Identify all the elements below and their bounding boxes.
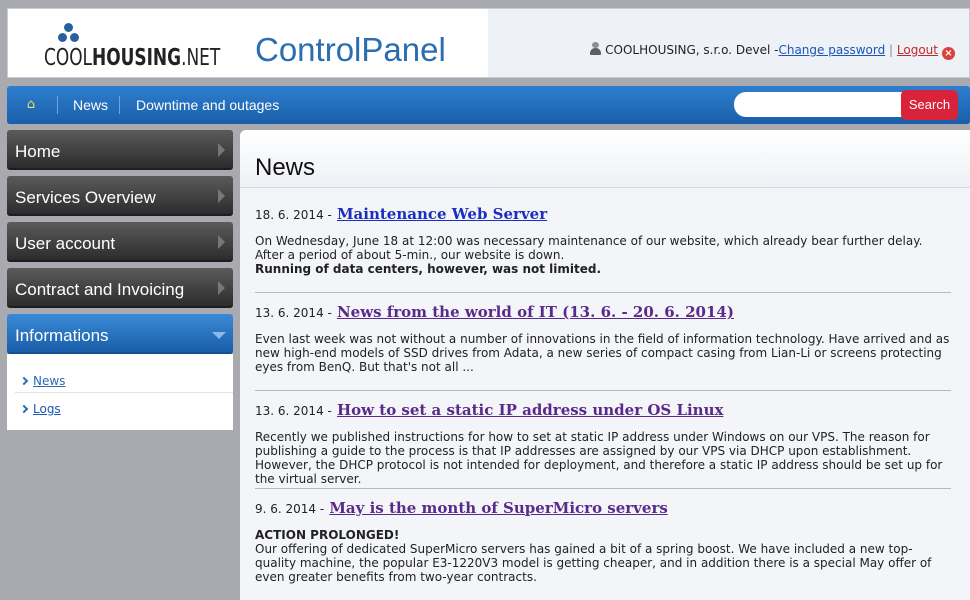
news-article: 9. 6. 2014 - May is the month of SuperMi… [255, 498, 951, 584]
article-body: On Wednesday, June 18 at 12:00 was neces… [255, 234, 923, 276]
sidebar-item-user-account[interactable]: User account [7, 222, 233, 262]
sidebar-item-home[interactable]: Home [7, 130, 233, 170]
chevron-right-icon [218, 143, 225, 157]
article-date: 13. 6. 2014 - [255, 306, 332, 320]
top-navbar: ⌂ News Downtime and outages Search [7, 86, 970, 124]
informations-submenu: News Logs [7, 354, 233, 430]
submenu-link-logs[interactable]: Logs [33, 402, 61, 416]
nav-item-news[interactable]: News [73, 97, 108, 113]
sidebar-item-label: Informations [15, 326, 109, 345]
search-button[interactable]: Search [901, 90, 958, 120]
nav-separator [57, 96, 58, 114]
article-date: 13. 6. 2014 - [255, 404, 332, 418]
control-panel-title: ControlPanel [255, 31, 446, 68]
sidebar: Home Services Overview User account Cont… [7, 130, 233, 430]
article-body: Even last week was not without a number … [255, 332, 950, 374]
header-separator: | [889, 43, 894, 57]
sidebar-item-services-overview[interactable]: Services Overview [7, 176, 233, 216]
main-header: News [240, 130, 970, 188]
chevron-down-icon [212, 332, 226, 339]
user-area: COOLHOUSING, s.r.o. Devel -Change passwo… [590, 42, 955, 60]
chevron-right-icon [19, 404, 29, 414]
submenu-divider [15, 392, 233, 393]
article-body: ACTION PROLONGED! Our offering of dedica… [255, 528, 932, 584]
submenu-link-news[interactable]: News [33, 374, 65, 388]
sidebar-item-label: Contract and Invoicing [15, 280, 185, 299]
submenu-item-news[interactable]: News [19, 374, 65, 388]
logout-icon[interactable]: × [942, 47, 955, 60]
nav-separator [119, 96, 120, 114]
chevron-right-icon [19, 376, 29, 386]
search-input[interactable] [734, 92, 906, 117]
sidebar-item-label: Home [15, 142, 61, 161]
news-article: 18. 6. 2014 - Maintenance Web Server On … [255, 204, 951, 276]
header-logo-area: COOLHOUSING.NET ControlPanel [8, 9, 488, 77]
header: COOLHOUSING.NET ControlPanel COOLHOUSING… [7, 8, 970, 78]
home-icon[interactable]: ⌂ [19, 94, 43, 116]
article-body: Recently we published instructions for h… [255, 430, 943, 486]
news-article: 13. 6. 2014 - News from the world of IT … [255, 302, 951, 374]
submenu-item-logs[interactable]: Logs [19, 402, 61, 416]
sidebar-item-label: Services Overview [15, 188, 156, 207]
article-title-link[interactable]: News from the world of IT (13. 6. - 20. … [337, 303, 734, 321]
nav-item-downtime[interactable]: Downtime and outages [136, 97, 279, 113]
coolhousing-logo[interactable]: COOLHOUSING.NET [44, 23, 224, 71]
sidebar-item-contract-invoicing[interactable]: Contract and Invoicing [7, 268, 233, 308]
article-divider [255, 292, 951, 293]
chevron-right-icon [218, 235, 225, 249]
logo-text: COOLHOUSING.NET [44, 45, 221, 71]
main-content: News 18. 6. 2014 - Maintenance Web Serve… [240, 130, 970, 600]
page-title: News [255, 154, 316, 181]
chevron-right-icon [218, 189, 225, 203]
article-title-link[interactable]: May is the month of SuperMicro servers [329, 499, 667, 517]
logout-link[interactable]: Logout [897, 43, 938, 57]
user-icon [590, 42, 602, 55]
sidebar-item-informations[interactable]: Informations [7, 314, 233, 354]
article-date: 18. 6. 2014 - [255, 208, 332, 222]
user-name: COOLHOUSING, s.r.o. Devel - [605, 43, 779, 57]
article-title-link[interactable]: Maintenance Web Server [337, 205, 547, 223]
article-date: 9. 6. 2014 - [255, 502, 325, 516]
chevron-right-icon [218, 281, 225, 295]
article-divider [255, 390, 951, 391]
news-article: 13. 6. 2014 - How to set a static IP add… [255, 400, 951, 486]
change-password-link[interactable]: Change password [778, 43, 885, 57]
sidebar-item-label: User account [15, 234, 116, 253]
article-title-link[interactable]: How to set a static IP address under OS … [337, 401, 723, 419]
logo-dots-icon [54, 23, 84, 47]
article-divider [255, 488, 951, 489]
